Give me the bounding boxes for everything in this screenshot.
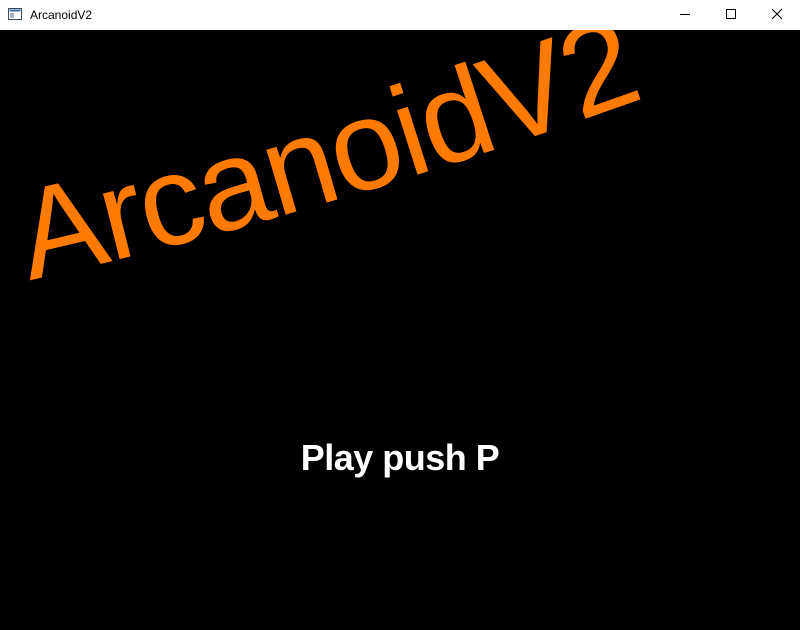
logo-title: ArcanoidV2 [4,30,654,308]
minimize-icon [679,8,691,23]
play-prompt: Play push P [300,437,500,478]
close-button[interactable] [754,0,800,30]
app-icon [8,8,22,20]
game-window: ArcanoidV2 ArcanoidV2 Play push P [0,0,800,630]
game-canvas[interactable]: ArcanoidV2 Play push P [0,30,800,630]
game-logo: ArcanoidV2 [4,30,656,308]
logo-title-path: ArcanoidV2 [4,30,656,308]
window-title: ArcanoidV2 [30,8,93,22]
title-bar[interactable]: ArcanoidV2 [0,0,800,30]
close-icon [771,8,783,23]
minimize-button[interactable] [662,0,708,30]
maximize-icon [725,8,737,23]
maximize-button[interactable] [708,0,754,30]
